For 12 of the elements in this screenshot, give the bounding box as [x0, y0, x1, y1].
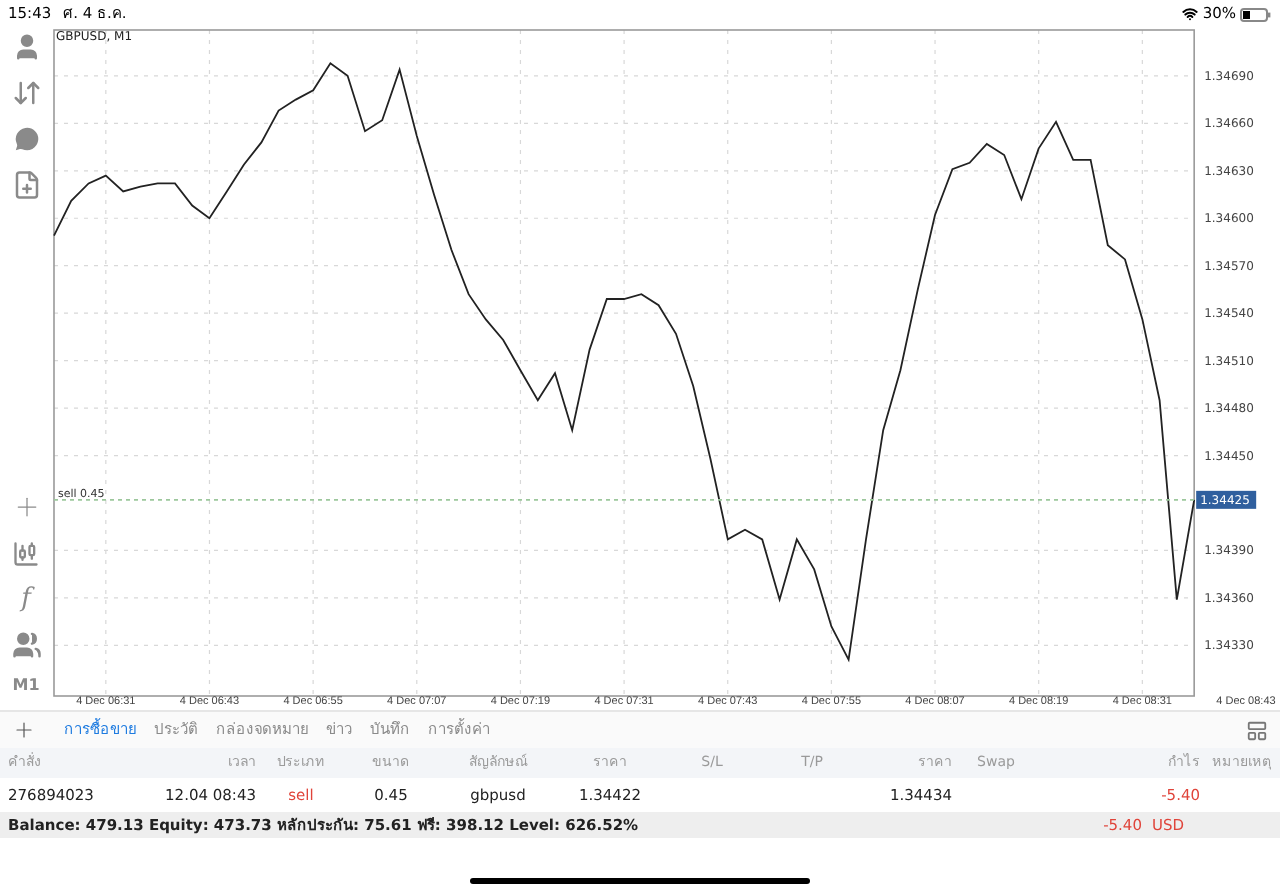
wifi-icon: [1182, 6, 1199, 22]
account-icon[interactable]: [11, 32, 41, 62]
candlestick-icon[interactable]: [12, 540, 40, 568]
battery-icon: [1240, 7, 1272, 21]
trade-icon[interactable]: [11, 78, 41, 108]
new-order-icon[interactable]: [11, 170, 41, 200]
indicator-button[interactable]: f: [0, 586, 52, 612]
add-icon[interactable]: [12, 718, 36, 742]
people-icon[interactable]: [11, 630, 41, 660]
layout-icon[interactable]: [1246, 719, 1268, 741]
chat-icon[interactable]: [11, 124, 41, 154]
timeframe-button[interactable]: M1: [12, 678, 40, 694]
